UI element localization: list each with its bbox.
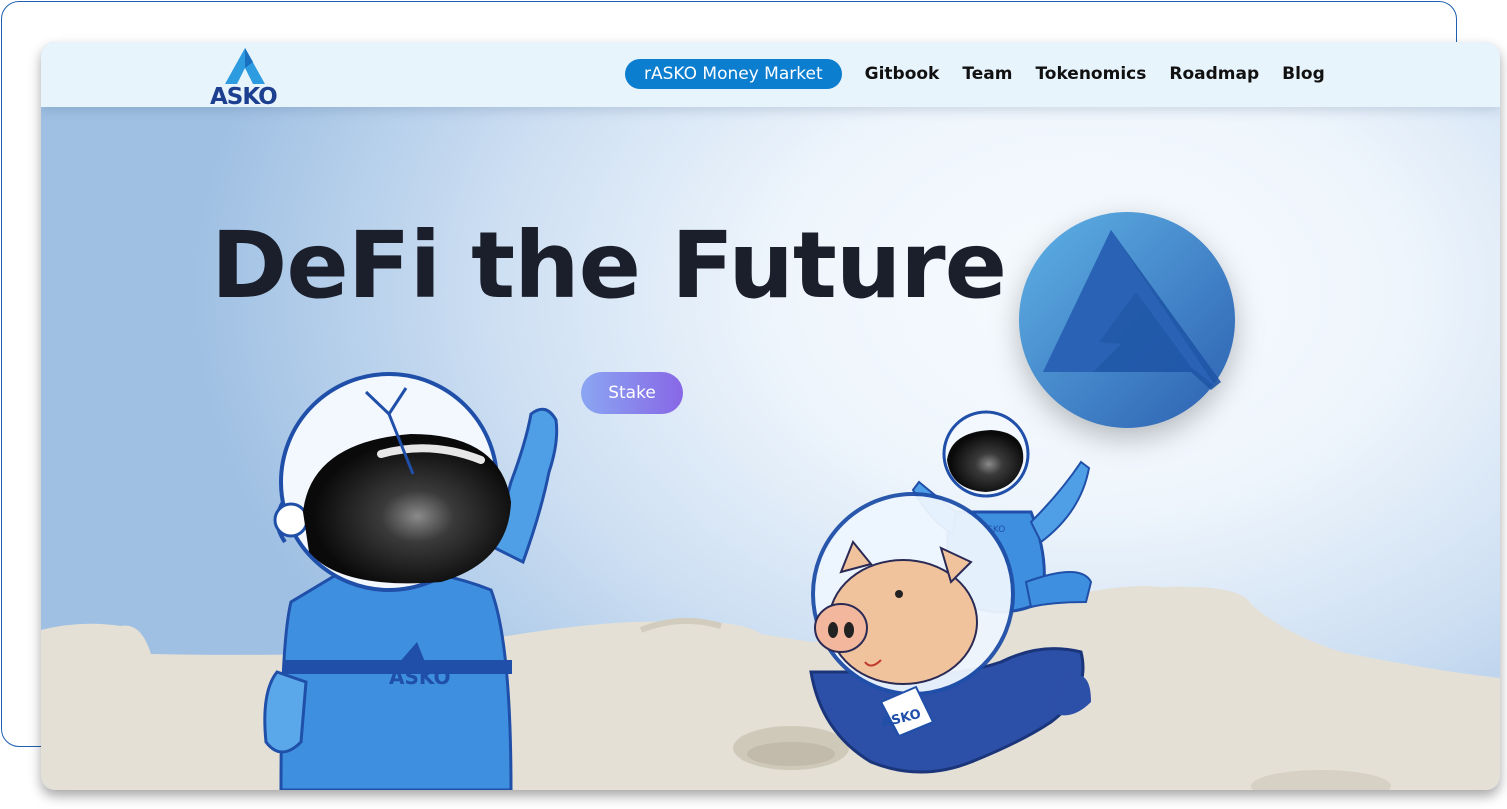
nav-link-tokenomics[interactable]: Tokenomics (1035, 64, 1146, 84)
site-window: ASKO ASKO ASKO ASKO rASKO Money Market G… (41, 42, 1500, 790)
nav-link-blog[interactable]: Blog (1282, 64, 1325, 84)
nav-link-roadmap[interactable]: Roadmap (1169, 64, 1259, 84)
logo-text: ASKO (210, 84, 277, 106)
nav-link-team[interactable]: Team (962, 64, 1012, 84)
asko-logo[interactable]: ASKO (209, 44, 279, 110)
nav-link-gitbook[interactable]: Gitbook (865, 64, 940, 84)
hero-title: DeFi the Future (211, 212, 1007, 319)
hero-illustration: ASKO ASKO ASKO (41, 212, 1500, 790)
astronaut-badge: ASKO (389, 665, 450, 689)
stake-button[interactable]: Stake (581, 372, 683, 414)
nav-links: rASKO Money Market Gitbook Team Tokenomi… (625, 59, 1325, 89)
top-navbar: ASKO rASKO Money Market Gitbook Team Tok… (41, 42, 1500, 110)
asko-coin-icon (1019, 212, 1235, 428)
rasko-money-market-button[interactable]: rASKO Money Market (625, 59, 842, 89)
